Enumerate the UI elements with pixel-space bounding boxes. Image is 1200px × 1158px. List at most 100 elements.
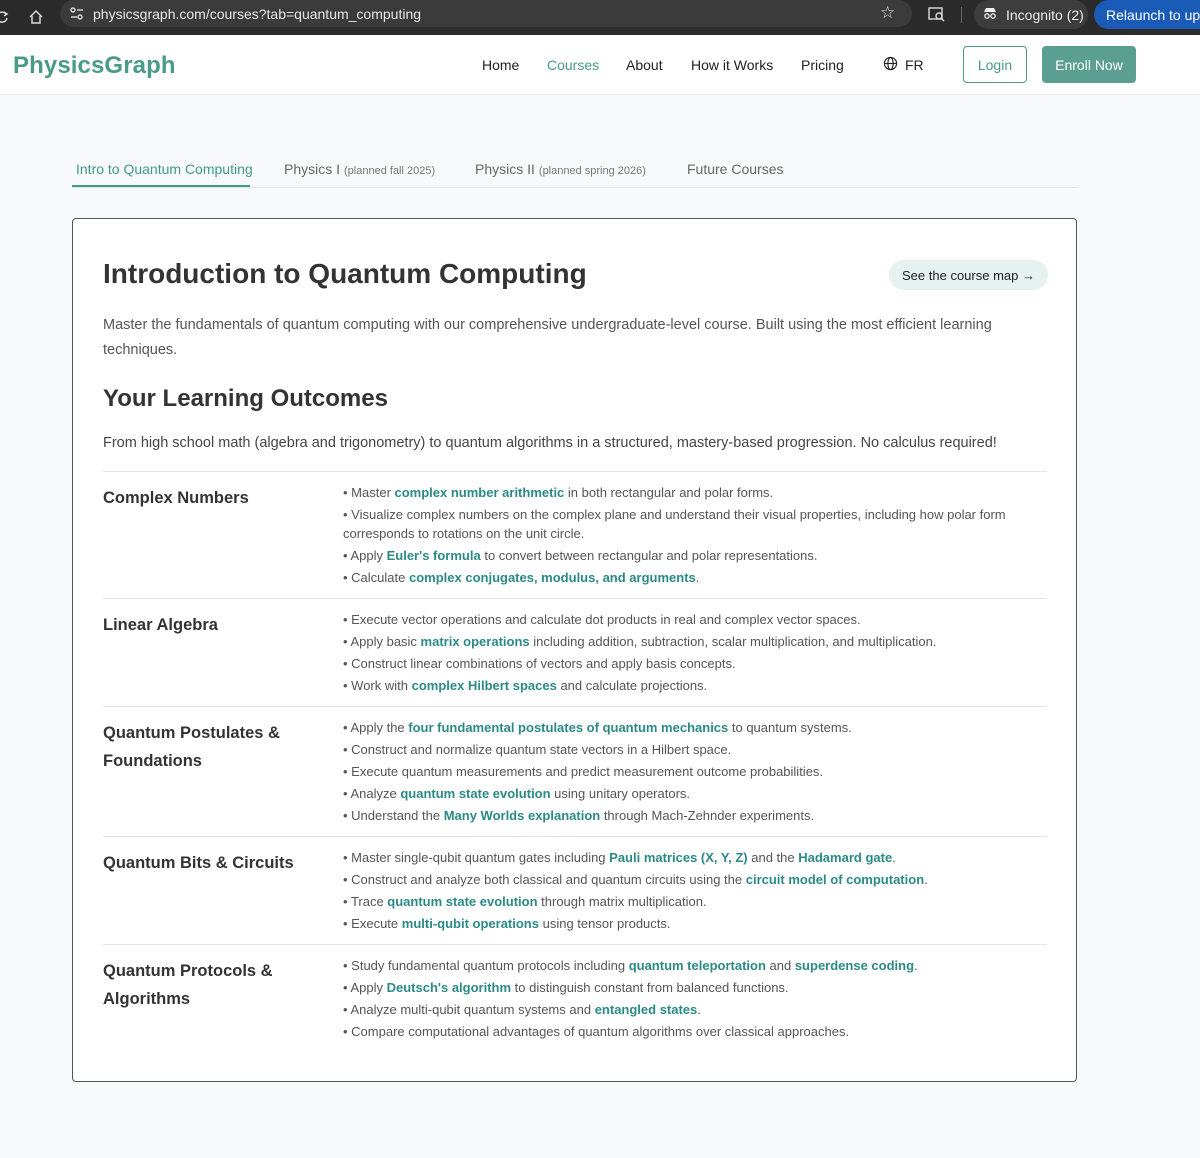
tab-intro-quantum[interactable]: Intro to Quantum Computing	[76, 161, 253, 177]
outcome-item: • Master single-qubit quantum gates incl…	[343, 850, 896, 865]
outcome-list: • Master complex number arithmetic in bo…	[343, 484, 1033, 591]
outcome-text: Trace	[350, 894, 388, 909]
outcome-text: Visualize complex numbers on the complex…	[343, 507, 1006, 541]
key-term: quantum teleportation	[628, 958, 766, 973]
outcomes-heading: Your Learning Outcomes	[103, 385, 388, 412]
reload-icon[interactable]	[0, 7, 12, 27]
outcome-list: • Apply the four fundamental postulates …	[343, 719, 1033, 829]
outcome-text: through matrix multiplication.	[537, 894, 707, 909]
outcome-item: • Calculate complex conjugates, modulus,…	[343, 569, 700, 585]
outcome-item: • Analyze quantum state evolution using …	[343, 786, 691, 801]
site-settings-icon[interactable]	[68, 5, 86, 22]
enroll-button[interactable]: Enroll Now	[1042, 46, 1136, 83]
outcome-text: Construct and analyze both classical and…	[351, 872, 746, 887]
outcome-text: .	[695, 569, 700, 585]
outcome-section: Quantum Protocols & Algorithms • Study f…	[103, 944, 1047, 1052]
outcome-text: Work with	[351, 678, 412, 693]
outcome-item: • Visualize complex numbers on the compl…	[343, 507, 1006, 541]
search-lens-icon[interactable]	[928, 5, 946, 26]
outcome-text: in both rectangular and polar forms.	[564, 485, 774, 500]
key-term: entangled states	[594, 1002, 698, 1017]
key-term: multi-qubit operations	[401, 916, 539, 931]
outcome-item: • Analyze multi-qubit quantum systems an…	[343, 1002, 701, 1017]
globe-icon	[883, 56, 898, 74]
tab-physics-1[interactable]: Physics I (planned fall 2025)	[284, 161, 435, 177]
outcome-item: • Construct and analyze both classical a…	[343, 872, 928, 887]
tab-physics-2[interactable]: Physics II (planned spring 2026)	[475, 161, 646, 177]
tab-note: (planned fall 2025)	[344, 165, 436, 177]
outcome-item: • Apply Deutsch's algorithm to distingui…	[343, 980, 789, 995]
course-tabs: Intro to Quantum Computing Physics I (pla…	[72, 155, 1078, 188]
incognito-indicator[interactable]: Incognito (2)	[974, 0, 1088, 29]
tab-label: Future Courses	[687, 161, 784, 177]
outcome-text: Construct and normalize quantum state ve…	[351, 742, 732, 757]
key-term: Deutsch's algorithm	[386, 980, 512, 995]
address-bar[interactable]: physicsgraph.com/courses?tab=quantum_com…	[60, 0, 912, 27]
nav-how-it-works[interactable]: How it Works	[691, 57, 773, 73]
outcome-text: Analyze	[350, 786, 401, 801]
outcome-item: • Execute multi-qubit operations using t…	[343, 916, 671, 931]
language-label: FR	[905, 57, 924, 73]
outcome-text: .	[697, 1002, 701, 1017]
outcome-text: Analyze multi-qubit quantum systems and	[350, 1002, 595, 1017]
outcome-text: Execute vector operations and calculate …	[351, 612, 861, 627]
outcome-text: Apply	[350, 547, 387, 563]
outcome-item: • Compare computational advantages of qu…	[343, 1024, 850, 1039]
outcomes-summary: From high school math (algebra and trigo…	[103, 435, 997, 451]
section-title: Quantum Bits & Circuits	[103, 854, 294, 872]
url-text: physicsgraph.com/courses?tab=quantum_com…	[93, 5, 422, 22]
active-tab-indicator	[72, 185, 250, 187]
outcome-section: Linear Algebra • Execute vector operatio…	[103, 598, 1047, 706]
key-term: Euler's formula	[386, 547, 481, 563]
relaunch-button[interactable]: Relaunch to upda	[1094, 0, 1200, 29]
section-title: Complex Numbers	[103, 489, 249, 507]
outcome-text: to distinguish constant from balanced fu…	[511, 980, 789, 995]
outcome-section: Quantum Bits & Circuits • Master single-…	[103, 836, 1047, 944]
outcome-item: • Apply Euler's formula to convert betwe…	[343, 547, 818, 563]
outcome-item: • Trace quantum state evolution through …	[343, 894, 707, 909]
browser-toolbar: physicsgraph.com/courses?tab=quantum_com…	[0, 0, 1200, 35]
outcome-text: Master	[351, 485, 395, 500]
outcome-list: • Master single-qubit quantum gates incl…	[343, 849, 1033, 937]
toolbar-divider	[961, 7, 962, 23]
key-term: four fundamental postulates of quantum m…	[408, 720, 729, 735]
nav-pricing[interactable]: Pricing	[801, 57, 844, 73]
outcome-text: and	[765, 958, 795, 973]
outcome-text: and calculate projections.	[556, 678, 708, 693]
outcome-text: to convert between rectangular and polar…	[480, 547, 818, 563]
outcome-text: .	[924, 872, 928, 887]
outcome-section: Complex Numbers • Master complex number …	[103, 471, 1047, 598]
outcome-text: .	[914, 958, 918, 973]
outcome-item: • Construct and normalize quantum state …	[343, 742, 732, 757]
outcome-text: Apply basic	[350, 634, 421, 649]
tab-label: Intro to Quantum Computing	[76, 161, 253, 177]
outcome-item: • Understand the Many Worlds explanation…	[343, 808, 815, 823]
course-map-button[interactable]: See the course map →	[889, 260, 1048, 290]
outcome-text: Understand the	[351, 808, 444, 823]
key-term: Many Worlds explanation	[443, 808, 601, 823]
outcome-text: Compare computational advantages of quan…	[351, 1024, 850, 1039]
language-switcher[interactable]: FR	[883, 56, 924, 74]
nav-about[interactable]: About	[626, 57, 663, 73]
outcome-text: using tensor products.	[538, 916, 671, 931]
nav-home[interactable]: Home	[482, 57, 519, 73]
bookmark-star-icon[interactable]: ☆	[880, 3, 895, 23]
site-logo[interactable]: PhysicsGraph	[13, 52, 176, 80]
incognito-icon	[982, 6, 998, 23]
tab-label: Physics II	[475, 161, 535, 177]
outcome-text: Apply	[350, 980, 387, 995]
outcome-text: Construct linear combinations of vectors…	[351, 656, 736, 671]
nav-courses[interactable]: Courses	[547, 57, 599, 73]
login-button[interactable]: Login	[963, 46, 1027, 83]
key-term: superdense coding	[794, 958, 915, 973]
section-title: Linear Algebra	[103, 616, 218, 634]
home-icon[interactable]	[26, 7, 46, 27]
key-term: complex number arithmetic	[394, 485, 565, 500]
outcome-text: and the	[747, 850, 799, 865]
key-term: Hadamard gate	[798, 850, 893, 865]
outcome-item: • Execute quantum measurements and predi…	[343, 764, 824, 779]
outcome-text: using unitary operators.	[550, 786, 691, 801]
tab-future-courses[interactable]: Future Courses	[687, 161, 783, 177]
key-term: complex conjugates, modulus, and argumen…	[408, 569, 696, 585]
section-title: Quantum Postulates & Foundations	[103, 724, 280, 770]
